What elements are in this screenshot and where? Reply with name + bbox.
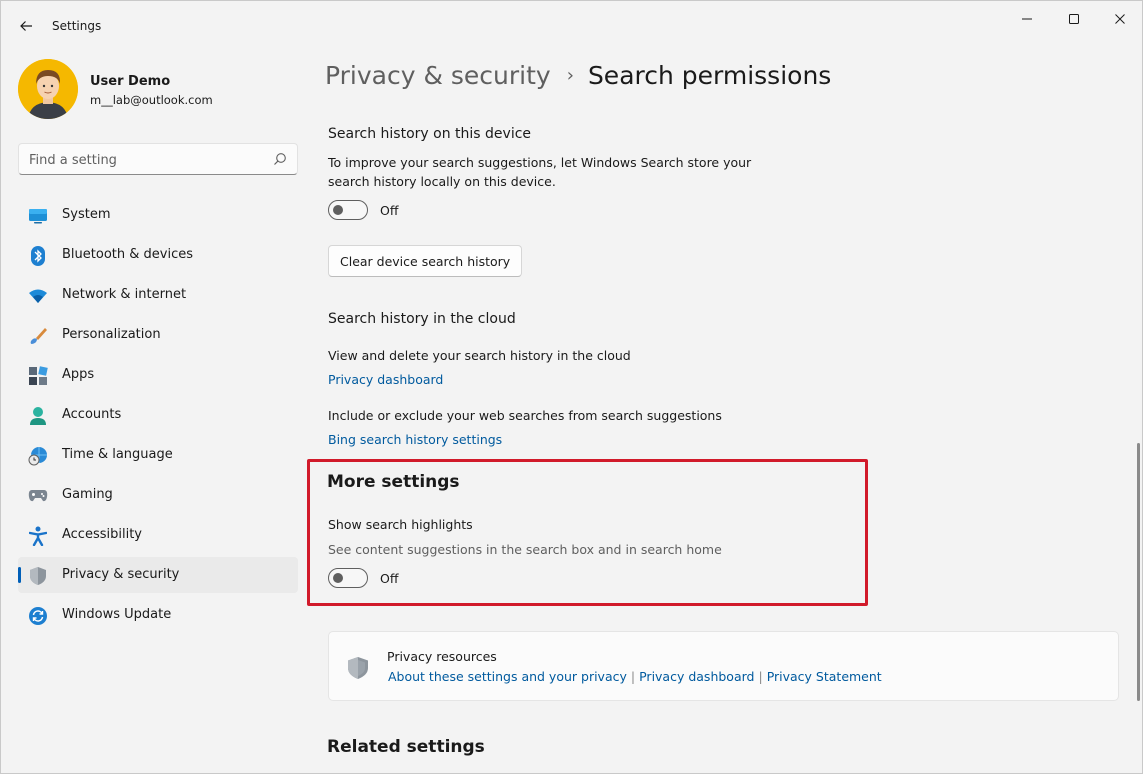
breadcrumb: Privacy & security › Search permissions	[325, 61, 831, 97]
sidebar-item-gaming[interactable]: Gaming	[18, 477, 298, 513]
device-history-title: Search history on this device	[328, 126, 532, 142]
sidebar-item-label: Privacy & security	[62, 567, 180, 582]
cloud-history-include-text: Include or exclude your web searches fro…	[328, 408, 722, 423]
device-history-description-line1: To improve your search suggestions, let …	[328, 155, 752, 170]
minimize-icon	[1022, 18, 1032, 20]
privacy-dashboard-link[interactable]: Privacy dashboard	[639, 669, 754, 684]
user-name: User Demo	[90, 74, 171, 89]
cloud-history-view-text: View and delete your search history in t…	[328, 348, 631, 363]
app-title: Settings	[52, 19, 102, 33]
toggle-knob	[333, 573, 343, 583]
sync-icon	[28, 606, 48, 626]
page-title: Search permissions	[587, 61, 832, 90]
privacy-resources-links: About these settings and your privacy | Pr…	[388, 669, 882, 684]
shield-icon	[348, 657, 368, 679]
maximize-button[interactable]	[1052, 7, 1096, 31]
sidebar-item-accessibility[interactable]: Accessibility	[18, 517, 298, 553]
sidebar-item-apps[interactable]: Apps	[18, 357, 298, 393]
breadcrumb-separator: ›	[566, 65, 574, 86]
search-icon[interactable]	[273, 152, 287, 166]
gamepad-icon	[28, 486, 48, 506]
close-icon	[1115, 14, 1125, 24]
vertical-scrollbar[interactable]	[1137, 443, 1140, 701]
sidebar-item-windows-update[interactable]: Windows Update	[18, 597, 298, 633]
sidebar-item-privacy-security[interactable]: Privacy & security	[18, 557, 298, 593]
back-arrow-icon	[20, 21, 32, 31]
back-button[interactable]	[15, 15, 37, 37]
globe-clock-icon	[28, 446, 48, 466]
link-separator: |	[630, 669, 636, 684]
more-settings-heading: More settings	[327, 472, 460, 492]
device-history-toggle-state: Off	[380, 203, 399, 218]
cloud-history-title: Search history in the cloud	[328, 311, 516, 327]
breadcrumb-parent-link[interactable]: Privacy & security	[325, 61, 551, 90]
search-highlights-toggle[interactable]	[328, 568, 368, 588]
device-history-toggle[interactable]	[328, 200, 368, 220]
settings-search-box[interactable]	[18, 143, 298, 175]
device-history-description-line2: search history locally on this device.	[328, 174, 556, 189]
brush-icon	[28, 326, 48, 346]
sidebar-nav: System Bluetooth & devices Network & int…	[18, 197, 298, 637]
bluetooth-icon	[28, 246, 48, 266]
sidebar-item-label: Accessibility	[62, 527, 142, 542]
sidebar-item-personalization[interactable]: Personalization	[18, 317, 298, 353]
privacy-statement-link[interactable]: Privacy Statement	[767, 669, 882, 684]
accessibility-icon	[28, 526, 48, 546]
settings-window: Settings User Demo m__lab@outlook.com Fi…	[0, 0, 1143, 774]
sidebar-item-system[interactable]: System	[18, 197, 298, 233]
search-highlights-toggle-state: Off	[380, 571, 399, 586]
sidebar-item-time-language[interactable]: Time & language	[18, 437, 298, 473]
search-highlights-description: See content suggestions in the search bo…	[328, 542, 722, 557]
close-button[interactable]	[1098, 7, 1142, 31]
sidebar-item-label: Apps	[62, 367, 95, 382]
monitor-icon	[28, 206, 48, 226]
clear-device-history-button[interactable]: Clear device search history	[328, 245, 523, 277]
avatar	[18, 59, 78, 119]
shield-icon	[28, 566, 48, 586]
user-avatar-icon	[18, 59, 78, 119]
privacy-resources-card: Privacy resources About these settings a…	[328, 631, 1119, 701]
sidebar-item-label: Accounts	[62, 407, 122, 422]
user-profile[interactable]: User Demo m__lab@outlook.com	[18, 59, 298, 121]
search-highlights-title: Show search highlights	[328, 517, 473, 532]
about-settings-privacy-link[interactable]: About these settings and your privacy	[388, 669, 627, 684]
sidebar-item-label: Bluetooth & devices	[62, 247, 193, 262]
sidebar-item-label: System	[62, 207, 111, 222]
bing-search-history-link[interactable]: Bing search history settings	[328, 432, 502, 447]
related-settings-heading: Related settings	[327, 737, 485, 757]
sidebar-item-accounts[interactable]: Accounts	[18, 397, 298, 433]
sidebar-item-bluetooth[interactable]: Bluetooth & devices	[18, 237, 298, 273]
privacy-resources-title: Privacy resources	[387, 649, 497, 664]
link-separator: |	[758, 669, 763, 684]
sidebar-item-label: Personalization	[62, 327, 161, 342]
sidebar-item-network[interactable]: Network & internet	[18, 277, 298, 313]
minimize-button[interactable]	[1005, 7, 1049, 31]
sidebar-item-label: Time & language	[62, 447, 173, 462]
wifi-icon	[28, 286, 48, 306]
title-bar: Settings	[1, 1, 1142, 49]
sidebar-item-label: Windows Update	[62, 607, 172, 622]
maximize-icon	[1069, 14, 1079, 24]
user-email: m__lab@outlook.com	[90, 93, 213, 107]
toggle-knob	[333, 205, 343, 215]
person-icon	[28, 406, 48, 426]
privacy-dashboard-link[interactable]: Privacy dashboard	[328, 372, 443, 387]
sidebar-item-label: Network & internet	[62, 287, 187, 302]
apps-icon	[28, 366, 48, 386]
sidebar-item-label: Gaming	[62, 487, 113, 502]
search-input[interactable]	[29, 150, 259, 170]
